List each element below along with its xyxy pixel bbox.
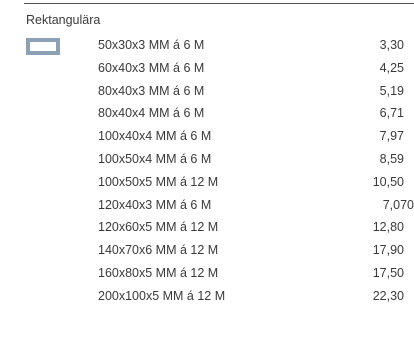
item-description: 80x40x4 MM á 6 M: [98, 106, 205, 121]
item-price: 12,80: [372, 220, 404, 235]
price-list: 50x30x3 MM á 6 M 3,30 60x40x3 MM á 6 M 4…: [0, 36, 414, 310]
list-item: 80x40x4 MM á 6 M 6,71: [0, 104, 414, 127]
item-price: 7,97: [379, 129, 404, 144]
item-description: 160x80x5 MM á 12 M: [98, 265, 219, 280]
list-item: 100x50x4 MM á 6 M 8,59: [0, 150, 414, 173]
item-description: 200x100x5 MM á 12 M: [98, 288, 226, 303]
list-item: 50x30x3 MM á 6 M 3,30: [0, 36, 414, 59]
item-price: 17,50: [372, 265, 404, 280]
item-price: 22,30: [372, 288, 404, 303]
item-description: 50x30x3 MM á 6 M: [98, 38, 205, 52]
list-item: 60x40x3 MM á 6 M 4,25: [0, 59, 414, 82]
list-item: 120x40x3 MM á 6 M 7,070: [0, 196, 414, 219]
item-description: 100x40x4 MM á 6 M: [98, 129, 212, 144]
section-divider: [24, 3, 414, 4]
item-price: 8,59: [379, 151, 404, 166]
item-price: 5,19: [379, 83, 404, 98]
item-description: 100x50x4 MM á 6 M: [98, 151, 212, 166]
item-price: 10,50: [372, 174, 404, 189]
list-item: 100x40x4 MM á 6 M 7,97: [0, 127, 414, 150]
item-description: 60x40x3 MM á 6 M: [98, 60, 205, 75]
list-item: 120x60x5 MM á 12 M 12,80: [0, 218, 414, 241]
item-price: 6,71: [379, 106, 404, 121]
list-item: 140x70x6 MM á 12 M 17,90: [0, 241, 414, 264]
list-item: 200x100x5 MM á 12 M 22,30: [0, 287, 414, 310]
list-item: 80x40x3 MM á 6 M 5,19: [0, 82, 414, 105]
list-item: 100x50x5 MM á 12 M 10,50: [0, 173, 414, 196]
item-description: 120x40x3 MM á 6 M: [98, 197, 212, 212]
item-price: 7,070: [382, 197, 414, 212]
item-description: 140x70x6 MM á 12 M: [98, 243, 219, 258]
list-item: 160x80x5 MM á 12 M 17,50: [0, 264, 414, 287]
item-price: 4,25: [379, 60, 404, 75]
item-description: 120x60x5 MM á 12 M: [98, 220, 219, 235]
item-description: 80x40x3 MM á 6 M: [98, 83, 205, 98]
item-price: 17,90: [372, 243, 404, 258]
item-description: 100x50x5 MM á 12 M: [98, 174, 219, 189]
section-title: Rektangulära: [26, 13, 101, 27]
item-price: 3,30: [379, 38, 404, 52]
